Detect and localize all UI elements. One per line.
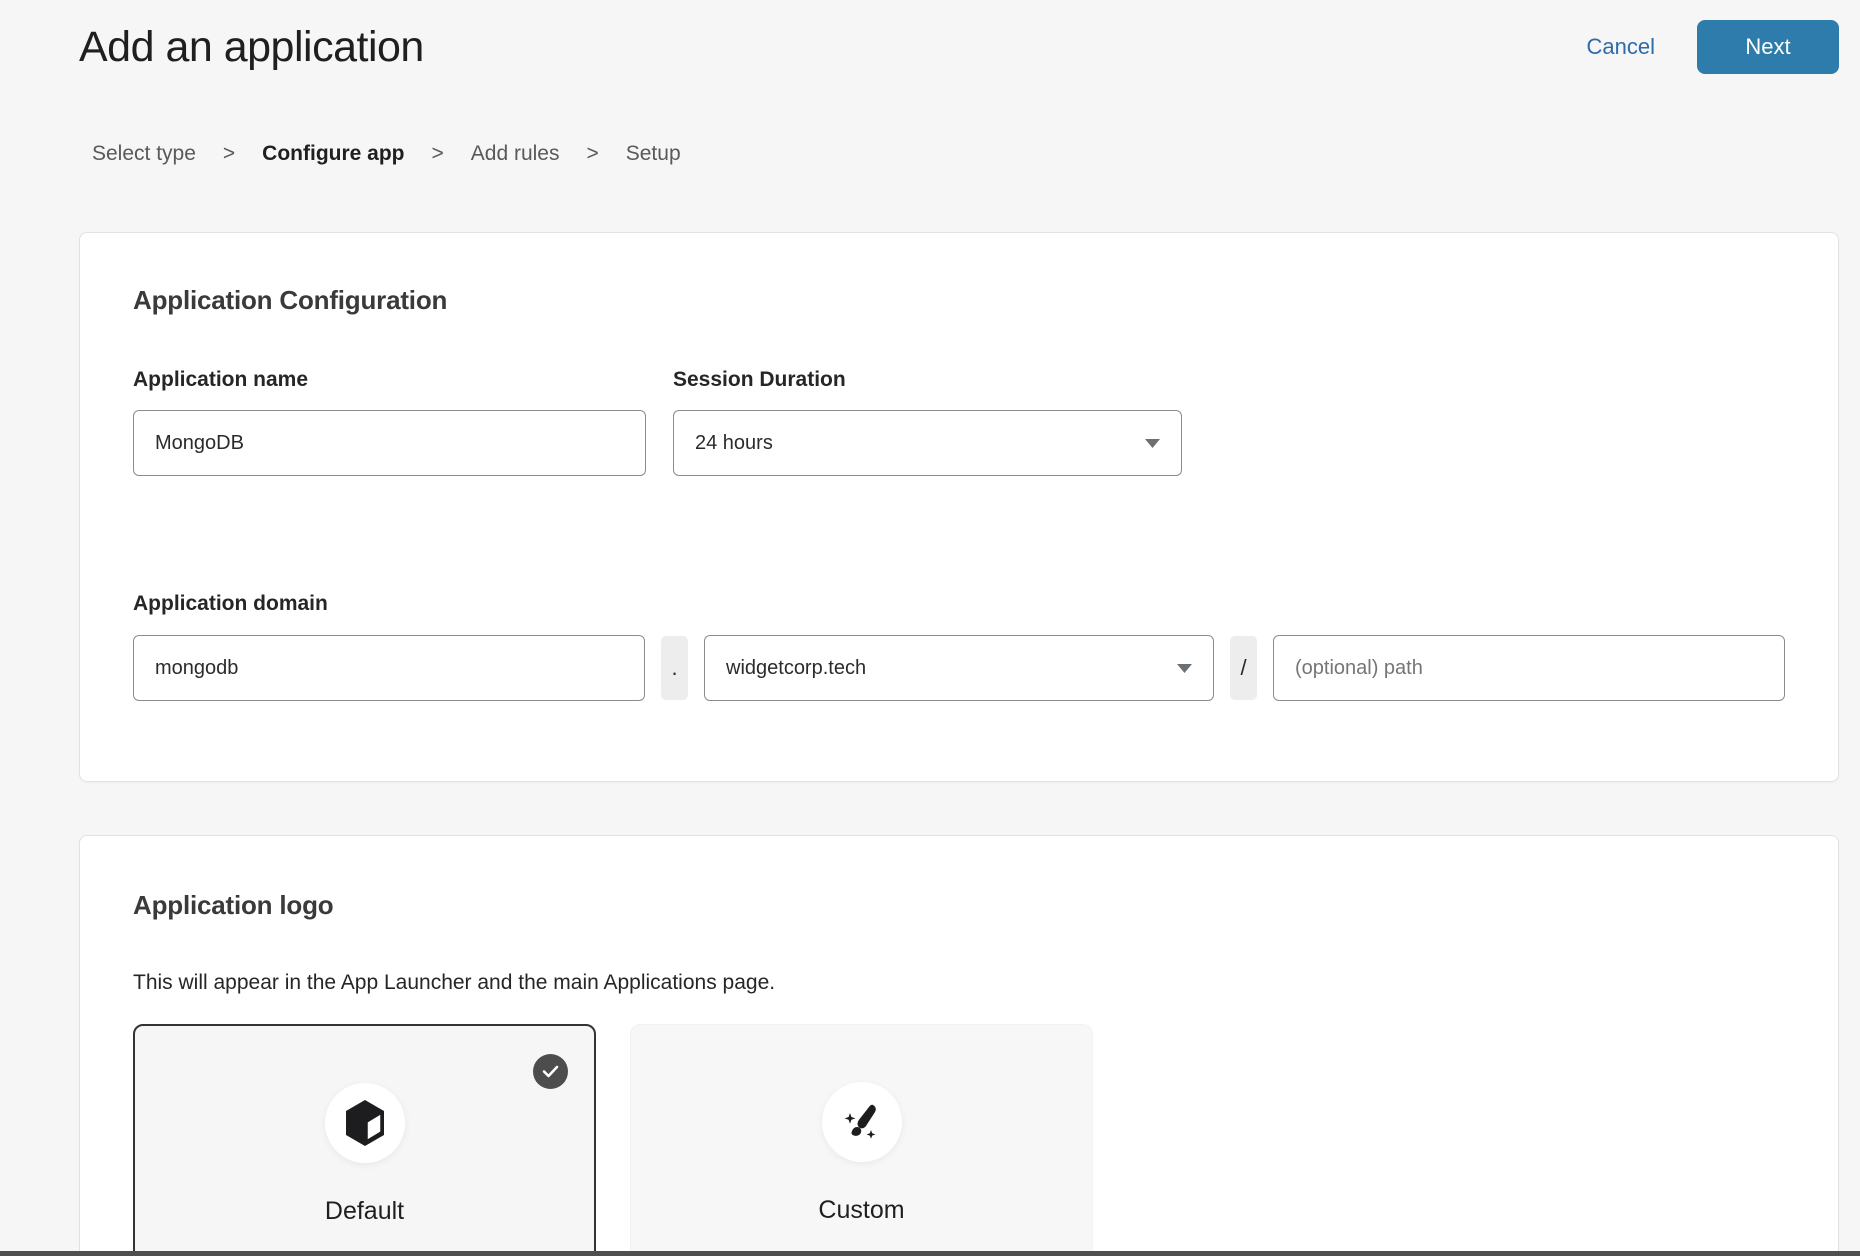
custom-logo-circle	[822, 1082, 902, 1162]
next-button[interactable]: Next	[1697, 20, 1839, 74]
check-icon	[542, 1065, 559, 1078]
cancel-button[interactable]: Cancel	[1587, 34, 1655, 60]
breadcrumb-separator: >	[586, 142, 598, 166]
step-add-rules[interactable]: Add rules	[471, 142, 560, 166]
logo-option-label: Custom	[818, 1196, 904, 1225]
subdomain-input[interactable]	[133, 635, 645, 701]
domain-select-value: widgetcorp.tech	[726, 657, 866, 680]
paintbrush-icon	[839, 1099, 885, 1145]
application-configuration-card: Application Configuration Application na…	[79, 232, 1839, 782]
page-header: Add an application Cancel Next	[79, 0, 1839, 76]
selected-check-badge	[533, 1054, 568, 1089]
breadcrumb-separator: >	[432, 142, 444, 166]
logo-option-default[interactable]: Default	[133, 1024, 596, 1256]
step-configure-app[interactable]: Configure app	[262, 142, 404, 166]
application-domain-label: Application domain	[133, 592, 1785, 616]
path-input[interactable]	[1273, 635, 1785, 701]
domain-select[interactable]: widgetcorp.tech	[704, 635, 1214, 701]
application-name-field-group: Application name	[133, 368, 646, 476]
cube-icon	[343, 1099, 387, 1147]
logo-options: Default Custom	[133, 1024, 1785, 1256]
dot-separator: .	[661, 636, 688, 700]
application-name-label: Application name	[133, 368, 646, 392]
window-bottom-edge-bar	[0, 1251, 1860, 1256]
application-name-input[interactable]	[133, 410, 646, 476]
page-title: Add an application	[79, 18, 424, 76]
config-card-title: Application Configuration	[133, 285, 1785, 316]
step-select-type[interactable]: Select type	[92, 142, 196, 166]
header-actions: Cancel Next	[1587, 20, 1839, 74]
application-logo-card: Application logo This will appear in the…	[79, 835, 1839, 1256]
session-duration-field-group: Session Duration 24 hours	[673, 368, 1182, 476]
chevron-down-icon	[1177, 664, 1192, 673]
session-duration-label: Session Duration	[673, 368, 1182, 392]
add-application-page: Add an application Cancel Next Select ty…	[0, 0, 1860, 1256]
breadcrumb-separator: >	[223, 142, 235, 166]
logo-card-description: This will appear in the App Launcher and…	[133, 971, 1785, 995]
wizard-breadcrumb: Select type > Configure app > Add rules …	[92, 142, 1839, 166]
slash-separator: /	[1230, 636, 1257, 700]
logo-option-custom[interactable]: Custom	[630, 1024, 1093, 1256]
logo-card-title: Application logo	[133, 890, 1785, 921]
default-logo-circle	[325, 1083, 405, 1163]
name-and-session-row: Application name Session Duration 24 hou…	[133, 368, 1785, 476]
application-domain-row: . widgetcorp.tech /	[133, 635, 1785, 701]
logo-option-label: Default	[325, 1197, 404, 1226]
session-duration-value: 24 hours	[695, 432, 773, 455]
chevron-down-icon	[1145, 439, 1160, 448]
session-duration-select[interactable]: 24 hours	[673, 410, 1182, 476]
step-setup[interactable]: Setup	[626, 142, 681, 166]
